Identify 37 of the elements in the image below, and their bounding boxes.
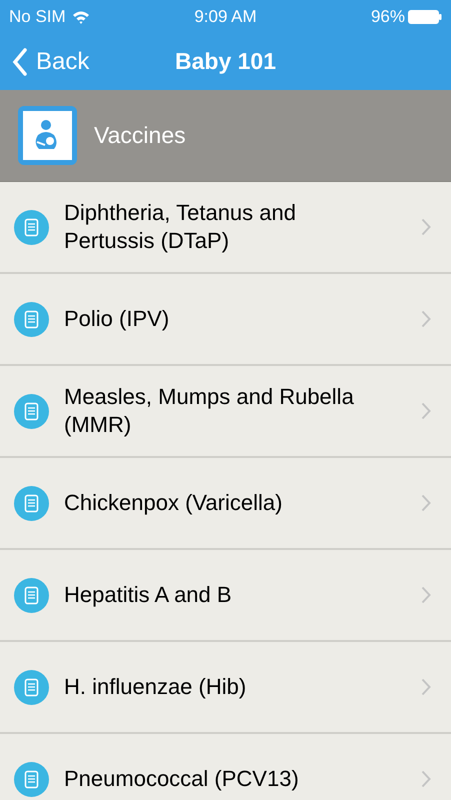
- document-icon: [14, 302, 49, 336]
- list-item[interactable]: Chickenpox (Varicella): [0, 458, 451, 550]
- nursing-mother-icon: [17, 105, 78, 166]
- document-icon: [14, 578, 49, 612]
- wifi-icon: [72, 10, 90, 24]
- item-label: Measles, Mumps and Rubella (MMR): [64, 383, 355, 439]
- chevron-left-icon: [12, 48, 28, 76]
- list-item[interactable]: Pneumococcal (PCV13): [0, 734, 451, 800]
- item-label: H. influenzae (Hib): [64, 673, 248, 701]
- chevron-right-icon: [421, 402, 431, 420]
- chevron-right-icon: [421, 218, 431, 236]
- chevron-right-icon: [421, 770, 431, 788]
- item-label: Polio (IPV): [64, 305, 170, 333]
- list-item[interactable]: Hepatitis A and B: [0, 550, 451, 642]
- chevron-right-icon: [421, 678, 431, 696]
- item-label: Diphtheria, Tetanus and Pertussis (DTaP): [64, 199, 297, 255]
- battery-icon: [408, 8, 442, 24]
- document-icon: [14, 486, 49, 520]
- status-time: 9:09 AM: [194, 6, 257, 28]
- screen-title: Baby 101: [175, 47, 276, 76]
- carrier-label: No SIM: [9, 6, 66, 28]
- chevron-right-icon: [421, 310, 431, 328]
- document-icon: [14, 670, 49, 704]
- item-label: Pneumococcal (PCV13): [64, 765, 300, 793]
- document-icon: [14, 762, 49, 796]
- chevron-right-icon: [421, 494, 431, 512]
- document-icon: [14, 394, 49, 428]
- document-icon: [14, 210, 49, 244]
- list-item[interactable]: Measles, Mumps and Rubella (MMR): [0, 366, 451, 458]
- item-label: Hepatitis A and B: [64, 581, 233, 609]
- item-label: Chickenpox (Varicella): [64, 489, 284, 517]
- section-title: Vaccines: [94, 121, 186, 150]
- list-item[interactable]: Diphtheria, Tetanus and Pertussis (DTaP): [0, 182, 451, 274]
- chevron-right-icon: [421, 586, 431, 604]
- list-item[interactable]: Polio (IPV): [0, 274, 451, 366]
- list-item[interactable]: H. influenzae (Hib): [0, 642, 451, 734]
- battery-percent: 96%: [370, 6, 405, 28]
